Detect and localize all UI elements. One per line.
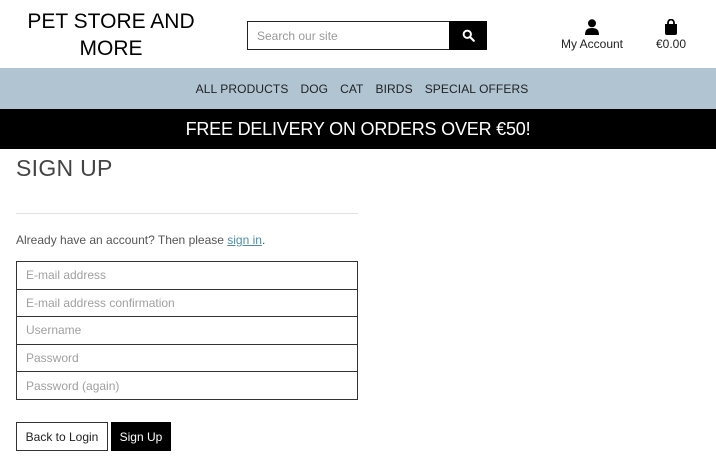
top-header: PET STORE AND MORE My Account €0.00 [0, 0, 716, 68]
already-text: Already have an account? Then please [16, 233, 228, 247]
signup-form [16, 261, 358, 400]
email-confirm-field[interactable] [16, 288, 358, 318]
back-to-login-button[interactable]: Back to Login [16, 422, 108, 451]
nav-item-cat[interactable]: CAT [340, 82, 363, 96]
brand-logo[interactable]: PET STORE AND MORE [16, 8, 206, 62]
already-suffix: . [261, 233, 266, 247]
search-input[interactable] [247, 21, 449, 50]
main-nav: ALL PRODUCTS DOG CAT BIRDS SPECIAL OFFER… [0, 68, 716, 109]
search-form [247, 21, 487, 50]
cart-total: €0.00 [655, 37, 687, 51]
delivery-banner: FREE DELIVERY ON ORDERS OVER €50! [0, 109, 716, 149]
user-icon [585, 19, 599, 35]
my-account-link[interactable]: My Account [556, 16, 628, 51]
page-title: SIGN UP [16, 155, 113, 181]
search-button[interactable] [449, 21, 487, 50]
my-account-label: My Account [560, 37, 624, 51]
username-field[interactable] [16, 316, 358, 345]
shopping-bag-icon [665, 19, 677, 35]
nav-item-dog[interactable]: DOG [300, 82, 328, 96]
already-have-account-text: Already have an account? Then please sig… [16, 233, 265, 247]
nav-item-special-offers[interactable]: SPECIAL OFFERS [425, 82, 529, 96]
search-icon [462, 29, 475, 42]
password-field[interactable] [16, 343, 358, 373]
sign-up-button[interactable]: Sign Up [111, 422, 171, 451]
cart-link[interactable]: €0.00 [648, 16, 694, 51]
delivery-banner-text: FREE DELIVERY ON ORDERS OVER €50! [185, 118, 531, 139]
sign-in-link[interactable]: sign in [227, 233, 262, 247]
nav-item-all-products[interactable]: ALL PRODUCTS [196, 82, 289, 96]
password-again-field[interactable] [16, 371, 358, 400]
nav-item-birds[interactable]: BIRDS [376, 82, 413, 96]
email-field[interactable] [16, 261, 358, 290]
title-divider [16, 213, 358, 214]
